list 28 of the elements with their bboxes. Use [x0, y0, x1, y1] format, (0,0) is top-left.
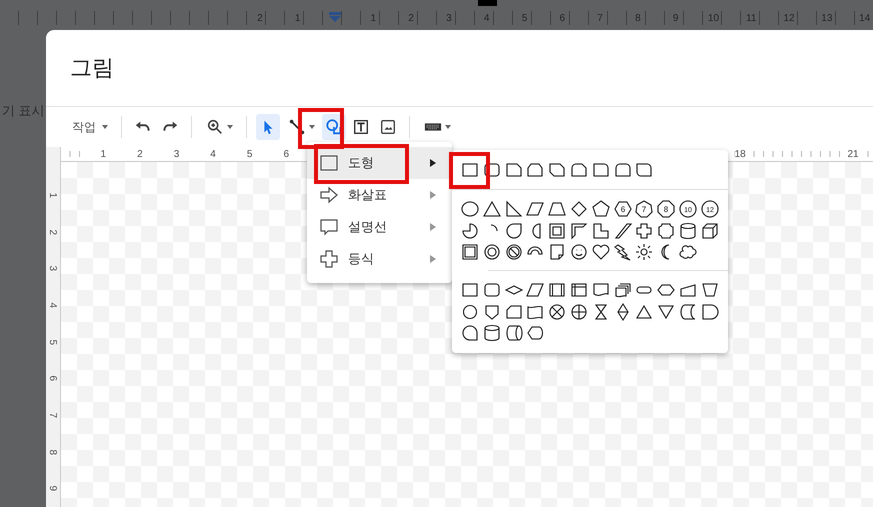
ruler-number: 9	[672, 12, 680, 24]
ruler-number: 2	[46, 229, 60, 235]
ruler-number: 2	[407, 12, 415, 24]
ruler-number: 4	[482, 12, 490, 24]
ruler-number: 21	[847, 148, 859, 160]
ruler-number: 5	[520, 12, 528, 24]
dialog-title: 그림	[70, 54, 114, 82]
ruler-number: 3	[46, 266, 60, 272]
ruler-number: 18	[734, 148, 746, 160]
ruler-number: 10	[706, 12, 720, 24]
ruler-number: 8	[46, 449, 60, 455]
ruler-number: 6	[558, 12, 566, 24]
ruler-number: 11	[745, 12, 758, 24]
ruler-number: 3	[445, 12, 453, 24]
ruler-number: 12	[782, 12, 796, 24]
ruler-number: 7	[596, 12, 604, 24]
ruler-number: 14	[858, 12, 872, 24]
ruler-number: 2	[256, 12, 264, 24]
ruler-number: 5	[46, 339, 60, 345]
ruler-number: 6	[46, 376, 60, 382]
ruler-number: 8	[634, 12, 642, 24]
ruler-number: 4	[46, 302, 60, 308]
ruler-number: 9	[46, 486, 60, 492]
ruler-number: 1	[294, 12, 302, 24]
ruler-number: 1	[46, 192, 60, 198]
ruler-number: 7	[46, 412, 60, 418]
ruler-number: 1	[370, 12, 378, 24]
ruler-number: 13	[820, 12, 834, 24]
